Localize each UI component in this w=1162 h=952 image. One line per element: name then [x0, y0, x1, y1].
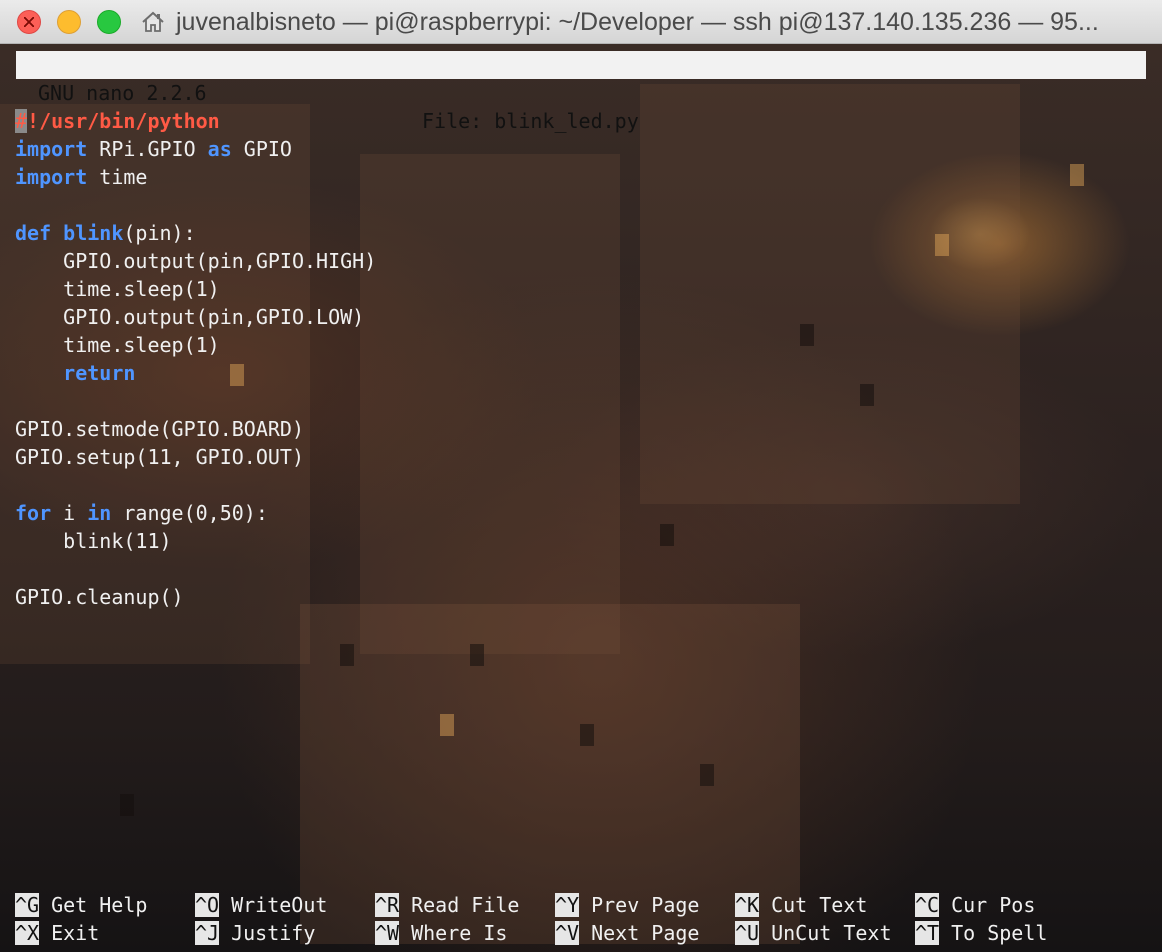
code-line: GPIO.output(pin,GPIO.LOW)	[15, 303, 376, 331]
shortcut-label: Next Page	[591, 921, 700, 945]
file-name: File: blink_led.py	[422, 109, 639, 133]
shortcut-bar: ^G Get Help ^O WriteOut ^R Read File ^Y Prev Pa…	[15, 891, 1155, 947]
code-token: GPIO.setmode(GPIO.BOARD)	[15, 417, 304, 441]
shortcut-item: ^G Get Help	[15, 891, 147, 919]
code-token: blink(11)	[15, 529, 172, 553]
shortcut-key: ^G	[15, 893, 40, 917]
shortcut-label: WriteOut	[231, 893, 328, 917]
shortcut-key: ^R	[375, 893, 400, 917]
shortcut-item: ^K Cut Text	[735, 891, 867, 919]
shortcut-item: ^R Read File	[375, 891, 519, 919]
code-keyword: import	[15, 137, 88, 161]
code-token: !/usr/bin/python	[27, 109, 220, 133]
shortcut-key: ^J	[195, 921, 220, 945]
nano-header-bar: GNU nano 2.2.6 File: blink_led.py	[16, 51, 1146, 133]
title-bar[interactable]: juvenalbisneto — pi@raspberrypi: ~/Devel…	[0, 0, 1162, 44]
shortcut-label: Justify	[231, 921, 316, 945]
shortcut-key: ^W	[375, 921, 400, 945]
code-line: blink(11)	[15, 527, 376, 555]
shortcut-key: ^T	[915, 921, 940, 945]
window-title: juvenalbisneto — pi@raspberrypi: ~/Devel…	[176, 7, 1099, 36]
code-token: GPIO	[231, 137, 292, 161]
text-cursor: #	[15, 109, 28, 133]
code-line: GPIO.cleanup()	[15, 583, 376, 611]
code-keyword: in	[87, 501, 112, 525]
code-line: import time	[15, 163, 376, 191]
shortcut-label: To Spell	[951, 921, 1048, 945]
home-icon	[142, 11, 164, 32]
minimize-button[interactable]	[57, 10, 81, 34]
code-keyword: def	[15, 221, 52, 245]
shortcut-label: Prev Page	[591, 893, 700, 917]
code-token: time.sleep(1)	[15, 333, 220, 357]
shortcut-label: Get Help	[51, 893, 148, 917]
code-line: import RPi.GPIO as GPIO	[15, 135, 376, 163]
code-token: GPIO.setup(11, GPIO.OUT)	[15, 445, 304, 469]
code-line: return	[15, 359, 376, 387]
shortcut-item: ^W Where Is	[375, 919, 507, 947]
shortcut-item: ^J Justify	[195, 919, 315, 947]
code-token: GPIO.output(pin,GPIO.HIGH)	[15, 249, 377, 273]
code-token: i	[51, 501, 88, 525]
shortcut-key: ^X	[15, 921, 40, 945]
terminal-window: juvenalbisneto — pi@raspberrypi: ~/Devel…	[0, 0, 1162, 952]
code-line: for i in range(0,50):	[15, 499, 376, 527]
shortcut-key: ^U	[735, 921, 760, 945]
shortcut-label: Cut Text	[771, 893, 868, 917]
close-button[interactable]	[17, 10, 41, 34]
code-line: GPIO.setup(11, GPIO.OUT)	[15, 443, 376, 471]
code-line: GPIO.output(pin,GPIO.HIGH)	[15, 247, 376, 275]
code-keyword: import	[15, 165, 88, 189]
terminal-area[interactable]: GNU nano 2.2.6 File: blink_led.py #!/usr…	[0, 44, 1162, 952]
code-line: def blink(pin):	[15, 219, 376, 247]
shortcut-item: ^U UnCut Text	[735, 919, 892, 947]
code-keyword: blink	[63, 221, 124, 245]
shortcut-item: ^T To Spell	[915, 919, 1047, 947]
code-token: time	[87, 165, 148, 189]
shortcut-item: ^C Cur Pos	[915, 891, 1035, 919]
zoom-button[interactable]	[97, 10, 121, 34]
shortcut-key: ^O	[195, 893, 220, 917]
code-line: time.sleep(1)	[15, 331, 376, 359]
code-token: GPIO.output(pin,GPIO.LOW)	[15, 305, 365, 329]
shortcut-key: ^V	[555, 921, 580, 945]
shortcut-item: ^X Exit	[15, 919, 99, 947]
code-token: time.sleep(1)	[15, 277, 220, 301]
nano-version: GNU nano 2.2.6	[38, 81, 207, 105]
shortcut-label: Cur Pos	[951, 893, 1036, 917]
code-keyword: for	[15, 501, 52, 525]
code-token: RPi.GPIO	[87, 137, 208, 161]
shortcut-key: ^Y	[555, 893, 580, 917]
shortcut-label: Where Is	[411, 921, 508, 945]
code-keyword: return	[63, 361, 136, 385]
code-token: range(0,50):	[111, 501, 268, 525]
code-line: time.sleep(1)	[15, 275, 376, 303]
shortcut-label: Read File	[411, 893, 520, 917]
shortcut-key: ^C	[915, 893, 940, 917]
code-line: #!/usr/bin/python	[15, 107, 376, 135]
shortcut-item: ^O WriteOut	[195, 891, 327, 919]
shortcut-key: ^K	[735, 893, 760, 917]
window-title-area: juvenalbisneto — pi@raspberrypi: ~/Devel…	[140, 0, 1162, 44]
code-editor[interactable]: #!/usr/bin/python import RPi.GPIO as GPIO…	[15, 107, 376, 611]
shortcut-label: UnCut Text	[771, 921, 892, 945]
shortcut-item: ^V Next Page	[555, 919, 699, 947]
code-token: GPIO.cleanup()	[15, 585, 184, 609]
code-keyword: as	[207, 137, 232, 161]
shortcut-item: ^Y Prev Page	[555, 891, 699, 919]
code-token: (pin):	[123, 221, 196, 245]
shortcut-label: Exit	[51, 921, 100, 945]
code-line: GPIO.setmode(GPIO.BOARD)	[15, 415, 376, 443]
